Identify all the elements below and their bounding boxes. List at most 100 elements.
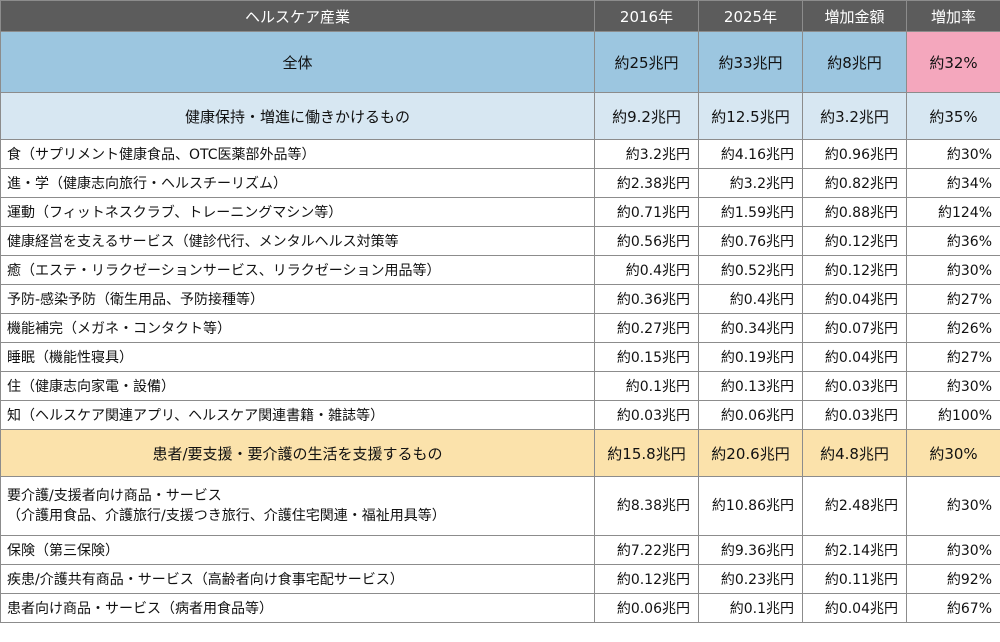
table-row: 食（サプリメント健康食品、OTC医薬部外品等） 約3.2兆円 約4.16兆円 約… [0, 139, 1000, 169]
table-row: 癒（エステ・リラクゼーションサービス、リラクゼーション用品等） 約0.4兆円 約… [0, 255, 1000, 285]
row-increase: 約2.14兆円 [802, 535, 907, 565]
row-rate: 約92% [906, 564, 1000, 594]
row-increase: 約0.03兆円 [802, 400, 907, 430]
row-label: 患者向け商品・サービス（病者用食品等） [0, 593, 595, 623]
section-increase: 約4.8兆円 [802, 429, 907, 477]
row-2016: 約0.71兆円 [594, 197, 699, 227]
row-2025: 約0.76兆円 [698, 226, 803, 256]
row-rate: 約100% [906, 400, 1000, 430]
row-increase: 約0.04兆円 [802, 593, 907, 623]
total-2025: 約33兆円 [698, 31, 803, 93]
section-label: 健康保持・増進に働きかけるもの [0, 92, 595, 140]
row-increase: 約0.07兆円 [802, 313, 907, 343]
header-increase: 増加金額 [802, 0, 907, 32]
healthcare-market-table: ヘルスケア産業 2016年 2025年 増加金額 増加率 全体 約25兆円 約3… [0, 0, 1000, 623]
row-rate: 約36% [906, 226, 1000, 256]
table-row: 保険（第三保険） 約7.22兆円 約9.36兆円 約2.14兆円 約30% [0, 535, 1000, 565]
row-2025: 約3.2兆円 [698, 168, 803, 198]
row-2016: 約3.2兆円 [594, 139, 699, 169]
row-2016: 約0.12兆円 [594, 564, 699, 594]
row-rate: 約124% [906, 197, 1000, 227]
section-row-health-promotion: 健康保持・増進に働きかけるもの 約9.2兆円 約12.5兆円 約3.2兆円 約3… [0, 92, 1000, 140]
section-2016: 約9.2兆円 [594, 92, 699, 140]
table-row: 予防-感染予防（衛生用品、予防接種等） 約0.36兆円 約0.4兆円 約0.04… [0, 284, 1000, 314]
row-increase: 約0.88兆円 [802, 197, 907, 227]
total-2016: 約25兆円 [594, 31, 699, 93]
row-label: 癒（エステ・リラクゼーションサービス、リラクゼーション用品等） [0, 255, 595, 285]
row-rate: 約30% [906, 371, 1000, 401]
row-2016: 約0.36兆円 [594, 284, 699, 314]
table-row: 住（健康志向家電・設備） 約0.1兆円 約0.13兆円 約0.03兆円 約30% [0, 371, 1000, 401]
row-2025: 約0.19兆円 [698, 342, 803, 372]
row-rate: 約27% [906, 284, 1000, 314]
row-label: 知（ヘルスケア関連アプリ、ヘルスケア関連書籍・雑誌等） [0, 400, 595, 430]
header-industry: ヘルスケア産業 [0, 0, 595, 32]
row-label: 住（健康志向家電・設備） [0, 371, 595, 401]
row-rate: 約26% [906, 313, 1000, 343]
table-row: 知（ヘルスケア関連アプリ、ヘルスケア関連書籍・雑誌等） 約0.03兆円 約0.0… [0, 400, 1000, 430]
row-rate: 約30% [906, 476, 1000, 536]
section-increase: 約3.2兆円 [802, 92, 907, 140]
row-label-line2: （介護用食品、介護旅行/支援つき旅行、介護住宅関連・福祉用具等） [7, 508, 446, 524]
section-rate: 約30% [906, 429, 1000, 477]
table-row: 睡眠（機能性寝具） 約0.15兆円 約0.19兆円 約0.04兆円 約27% [0, 342, 1000, 372]
table-row: 患者向け商品・サービス（病者用食品等） 約0.06兆円 約0.1兆円 約0.04… [0, 593, 1000, 623]
row-2025: 約0.4兆円 [698, 284, 803, 314]
row-rate: 約67% [906, 593, 1000, 623]
row-label: 進・学（健康志向旅行・ヘルスチーリズム） [0, 168, 595, 198]
section-2025: 約12.5兆円 [698, 92, 803, 140]
row-2025: 約0.34兆円 [698, 313, 803, 343]
row-2016: 約0.03兆円 [594, 400, 699, 430]
row-label: 保険（第三保険） [0, 535, 595, 565]
row-2016: 約0.1兆円 [594, 371, 699, 401]
table-row: 機能補完（メガネ・コンタクト等） 約0.27兆円 約0.34兆円 約0.07兆円… [0, 313, 1000, 343]
row-rate: 約27% [906, 342, 1000, 372]
header-2016: 2016年 [594, 0, 699, 32]
total-row: 全体 約25兆円 約33兆円 約8兆円 約32% [0, 31, 1000, 93]
total-label: 全体 [0, 31, 595, 93]
row-2016: 約0.56兆円 [594, 226, 699, 256]
row-increase: 約0.04兆円 [802, 284, 907, 314]
row-label: 食（サプリメント健康食品、OTC医薬部外品等） [0, 139, 595, 169]
row-2016: 約0.15兆円 [594, 342, 699, 372]
row-increase: 約0.12兆円 [802, 226, 907, 256]
row-increase: 約0.12兆円 [802, 255, 907, 285]
header-2025: 2025年 [698, 0, 803, 32]
row-2016: 約0.27兆円 [594, 313, 699, 343]
header-rate: 増加率 [906, 0, 1000, 32]
row-label: 健康経営を支えるサービス（健診代行、メンタルヘルス対策等 [0, 226, 595, 256]
row-increase: 約2.48兆円 [802, 476, 907, 536]
row-label: 睡眠（機能性寝具） [0, 342, 595, 372]
header-row: ヘルスケア産業 2016年 2025年 増加金額 増加率 [0, 0, 1000, 32]
row-increase: 約0.96兆円 [802, 139, 907, 169]
row-label: 要介護/支援者向け商品・サービス （介護用食品、介護旅行/支援つき旅行、介護住宅… [0, 476, 595, 536]
row-increase: 約0.03兆円 [802, 371, 907, 401]
section-rate: 約35% [906, 92, 1000, 140]
table-row: 運動（フィットネスクラブ、トレーニングマシン等） 約0.71兆円 約1.59兆円… [0, 197, 1000, 227]
row-label: 運動（フィットネスクラブ、トレーニングマシン等） [0, 197, 595, 227]
row-rate: 約30% [906, 255, 1000, 285]
total-rate: 約32% [906, 31, 1000, 93]
row-rate: 約30% [906, 535, 1000, 565]
row-2016: 約7.22兆円 [594, 535, 699, 565]
section-2016: 約15.8兆円 [594, 429, 699, 477]
row-2016: 約0.4兆円 [594, 255, 699, 285]
section-row-care-support: 患者/要支援・要介護の生活を支援するもの 約15.8兆円 約20.6兆円 約4.… [0, 429, 1000, 477]
row-2016: 約2.38兆円 [594, 168, 699, 198]
row-2025: 約9.36兆円 [698, 535, 803, 565]
row-label-line1: 要介護/支援者向け商品・サービス [7, 488, 222, 504]
row-label: 機能補完（メガネ・コンタクト等） [0, 313, 595, 343]
row-rate: 約34% [906, 168, 1000, 198]
row-2016: 約8.38兆円 [594, 476, 699, 536]
row-2025: 約0.23兆円 [698, 564, 803, 594]
section-label: 患者/要支援・要介護の生活を支援するもの [0, 429, 595, 477]
row-label: 疾患/介護共有商品・サービス（高齢者向け食事宅配サービス） [0, 564, 595, 594]
row-2025: 約0.1兆円 [698, 593, 803, 623]
row-2025: 約1.59兆円 [698, 197, 803, 227]
table-row: 進・学（健康志向旅行・ヘルスチーリズム） 約2.38兆円 約3.2兆円 約0.8… [0, 168, 1000, 198]
row-increase: 約0.11兆円 [802, 564, 907, 594]
row-2025: 約0.13兆円 [698, 371, 803, 401]
row-2016: 約0.06兆円 [594, 593, 699, 623]
row-increase: 約0.82兆円 [802, 168, 907, 198]
total-increase: 約8兆円 [802, 31, 907, 93]
